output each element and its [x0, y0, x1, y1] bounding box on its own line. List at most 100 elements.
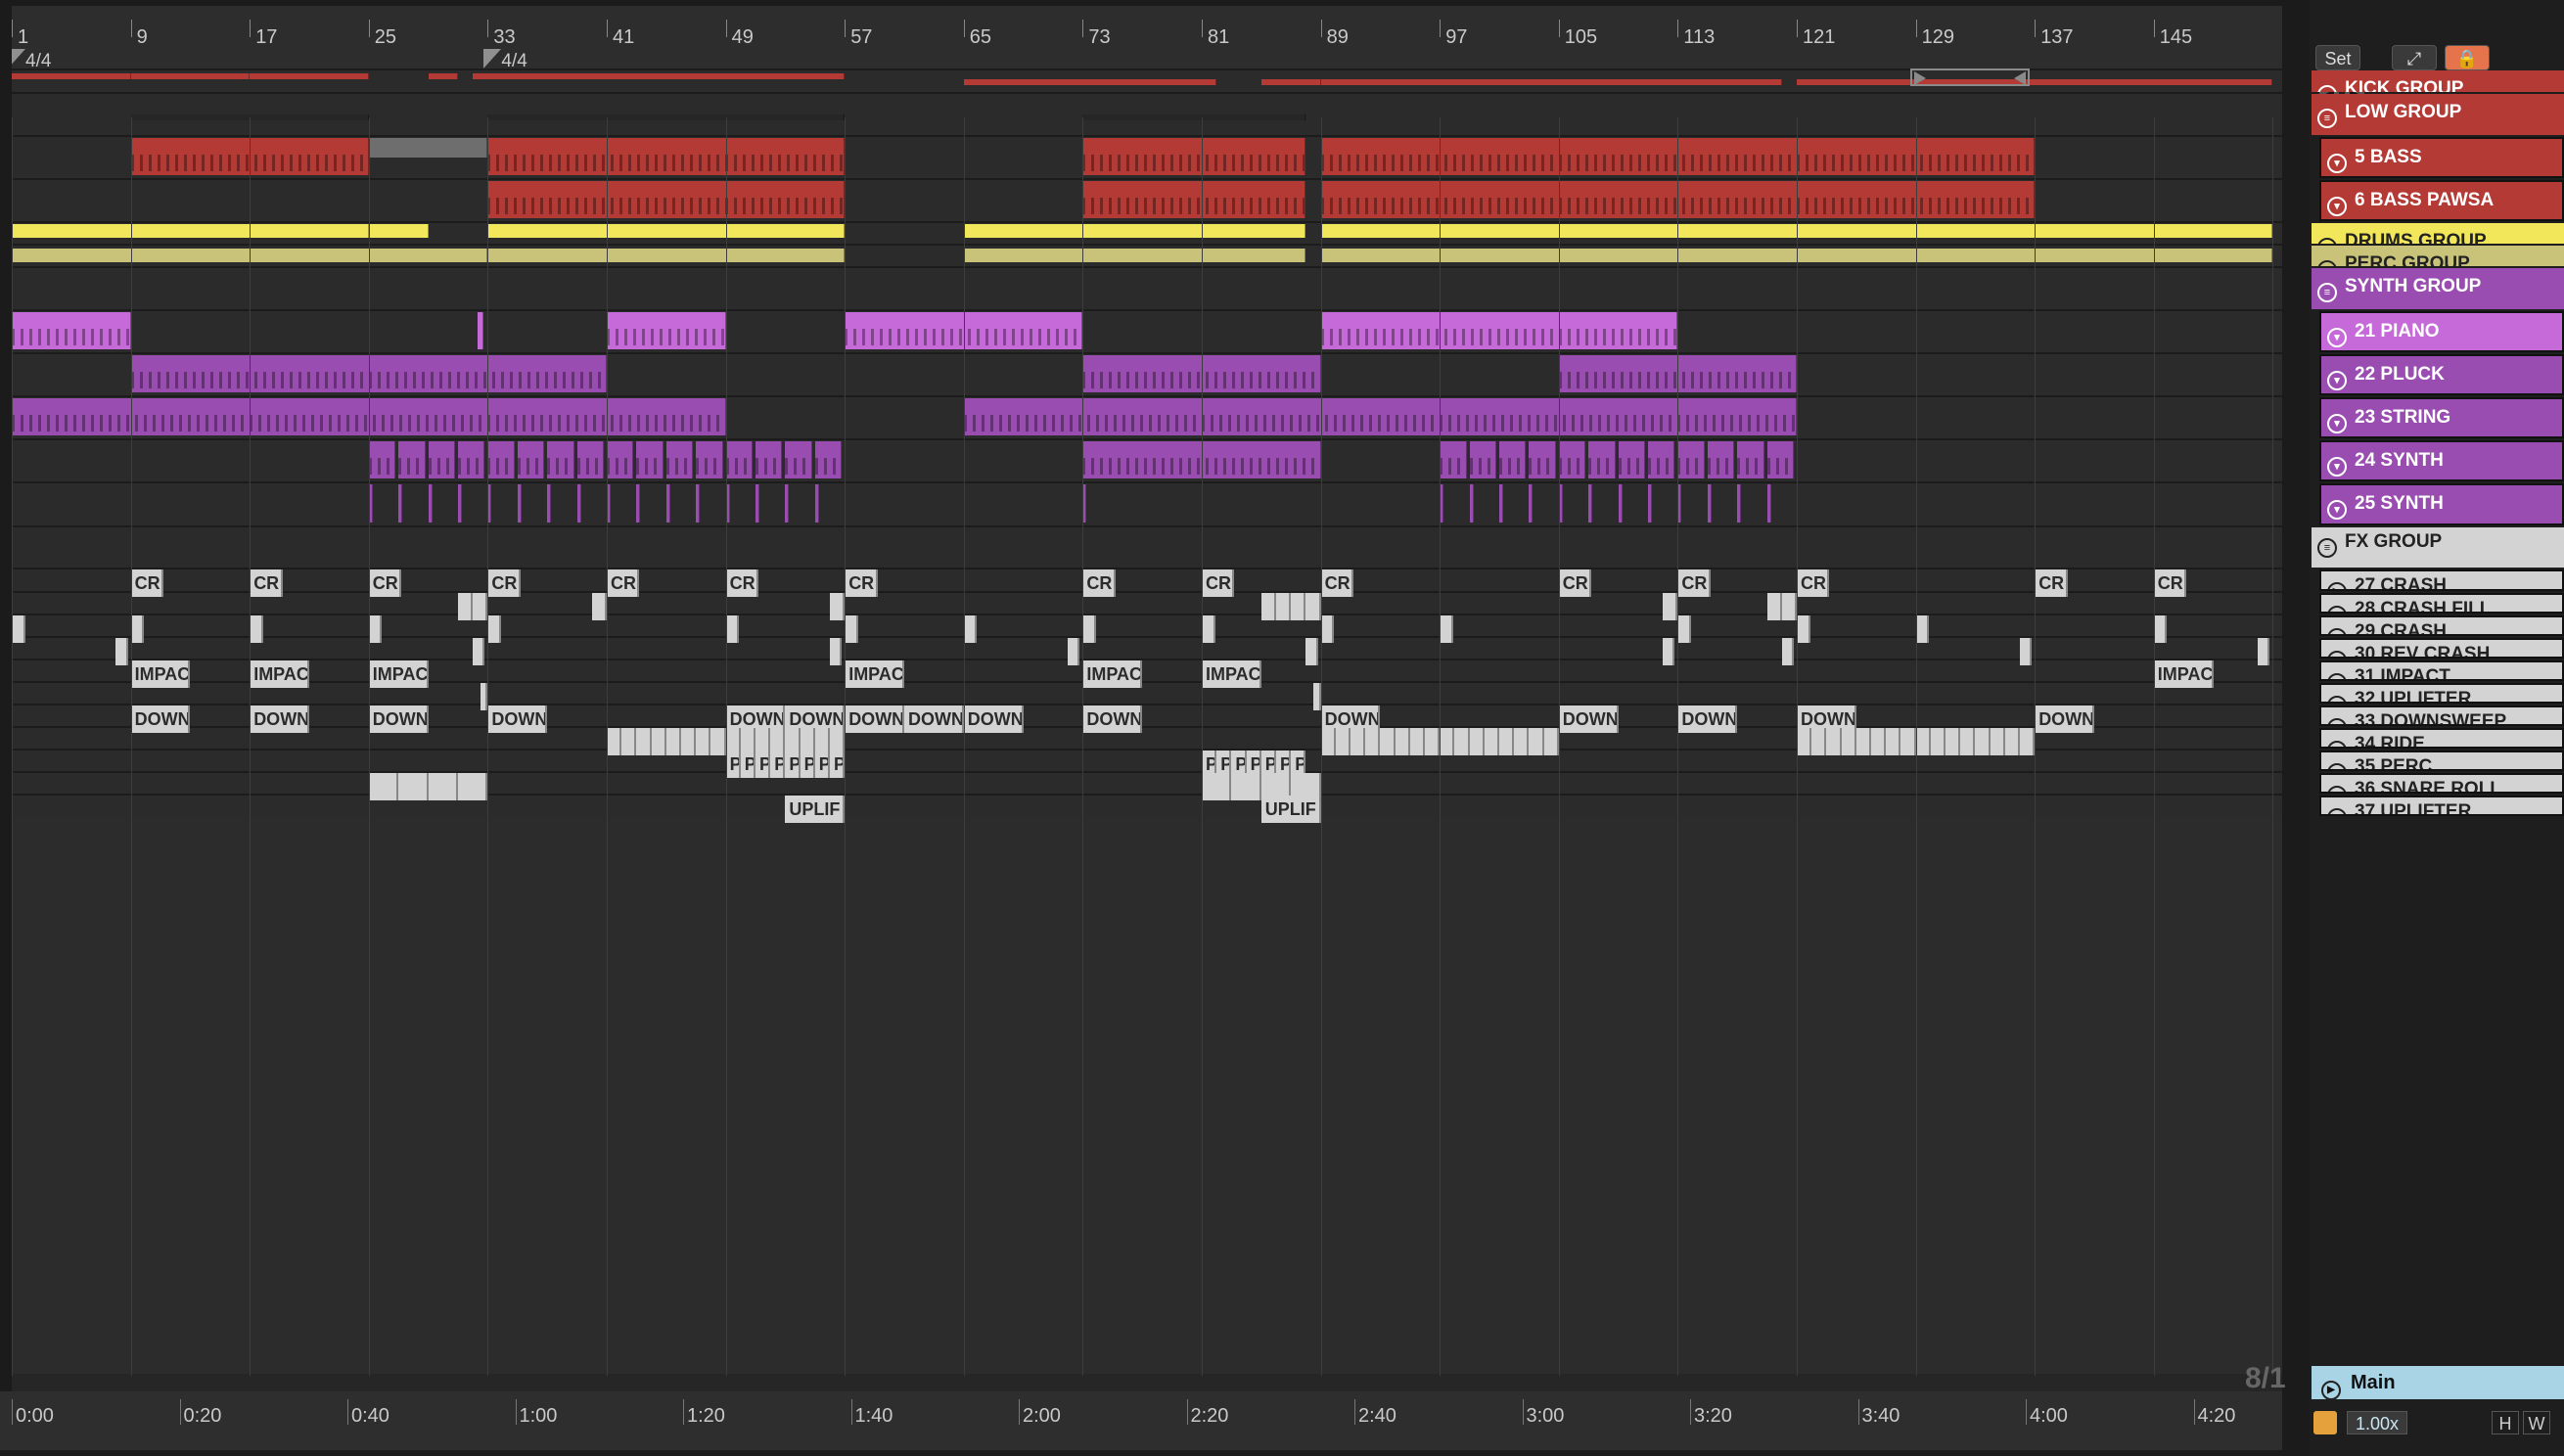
audio-clip[interactable]	[1291, 593, 1306, 620]
clip[interactable]	[1766, 441, 1794, 478]
audio-clip[interactable]: P	[814, 751, 830, 778]
track-header[interactable]: ▶ 35 PERC	[2319, 751, 2564, 771]
clip[interactable]	[576, 484, 581, 523]
clip[interactable]	[477, 312, 483, 349]
play-icon[interactable]: ▶	[2327, 673, 2347, 679]
clip[interactable]	[130, 73, 251, 79]
clip[interactable]	[1499, 484, 1503, 523]
track-lane[interactable]	[12, 704, 2282, 726]
audio-clip[interactable]	[621, 728, 637, 755]
track-header[interactable]: ≡ DRUMS GROUP	[2312, 223, 2564, 244]
audio-clip[interactable]	[1440, 728, 1455, 755]
audio-clip[interactable]: UPLIF	[785, 796, 846, 823]
audio-clip[interactable]	[1395, 728, 1410, 755]
track-header[interactable]: ▾ 21 PIANO	[2319, 311, 2564, 352]
clip[interactable]	[636, 484, 641, 523]
audio-clip[interactable]	[1260, 593, 1276, 620]
clip[interactable]	[607, 312, 726, 349]
audio-clip[interactable]: IMPAC	[130, 660, 191, 688]
audio-clip[interactable]	[1335, 728, 1351, 755]
audio-clip[interactable]: DOWN	[368, 705, 429, 733]
audio-clip[interactable]: IMPAC	[1202, 660, 1261, 688]
clip[interactable]	[814, 441, 843, 478]
audio-clip[interactable]	[1365, 728, 1381, 755]
track-header[interactable]: ▾ 6 BASS PAWSA	[2319, 180, 2564, 221]
audio-clip[interactable]	[591, 593, 607, 620]
track-header[interactable]: ▶ 32 UPLIFTER	[2319, 683, 2564, 704]
clip[interactable]	[517, 484, 522, 523]
clip[interactable]	[517, 441, 545, 478]
loop-brace[interactable]	[1910, 68, 2030, 86]
audio-clip[interactable]: CR	[1320, 569, 1354, 597]
fold-icon[interactable]: ▾	[2327, 197, 2347, 216]
audio-clip[interactable]	[473, 638, 485, 665]
audio-clip[interactable]: DOWN	[130, 705, 191, 733]
audio-clip[interactable]: DOWN	[2035, 705, 2094, 733]
clip[interactable]	[1766, 484, 1771, 523]
track-header[interactable]: ▶ 34 RIDE	[2319, 728, 2564, 749]
clip[interactable]	[487, 114, 846, 120]
audio-clip[interactable]	[1781, 593, 1797, 620]
clip[interactable]	[458, 484, 462, 523]
clip[interactable]	[1737, 441, 1764, 478]
audio-clip[interactable]	[607, 728, 622, 755]
audio-clip[interactable]	[1440, 615, 1453, 643]
audio-clip[interactable]	[398, 773, 429, 800]
play-icon[interactable]: ▶	[2327, 808, 2347, 814]
audio-clip[interactable]: CR	[845, 569, 878, 597]
audio-clip[interactable]	[1305, 593, 1321, 620]
audio-clip[interactable]: P	[740, 751, 755, 778]
fold-icon[interactable]: ▾	[2327, 154, 2347, 173]
audio-clip[interactable]: UPLIF	[1260, 796, 1321, 823]
track-lane[interactable]	[12, 794, 2282, 816]
expand-icon[interactable]: ⤢	[2392, 45, 2437, 70]
track-header[interactable]: ≡ PERC GROUP	[2312, 246, 2564, 266]
clip[interactable]	[785, 484, 790, 523]
audio-clip[interactable]	[1677, 615, 1692, 643]
fold-icon[interactable]: ▾	[2327, 328, 2347, 347]
w-button[interactable]: W	[2523, 1411, 2550, 1434]
audio-clip[interactable]	[1663, 593, 1678, 620]
time-ruler[interactable]: 0:00 0:20 0:40 1:00 1:20 1:40 2:00 2:20 2:40 3:00…	[0, 1391, 2282, 1450]
play-icon[interactable]: ▶	[2327, 741, 2347, 747]
track-lane[interactable]	[12, 309, 2282, 352]
play-icon[interactable]: ▶	[2327, 606, 2347, 612]
track-header[interactable]: ▶ 30 REV CRASH	[2319, 638, 2564, 659]
audio-clip[interactable]	[1915, 615, 1930, 643]
audio-clip[interactable]	[2258, 638, 2270, 665]
clip[interactable]	[12, 312, 131, 349]
clip[interactable]	[1737, 484, 1742, 523]
clip[interactable]	[1618, 484, 1623, 523]
audio-clip[interactable]	[487, 615, 502, 643]
audio-clip[interactable]: DOWN	[845, 705, 904, 733]
clip[interactable]	[636, 441, 664, 478]
fold-icon[interactable]: ▾	[2327, 414, 2347, 433]
set-button[interactable]: Set	[2315, 45, 2360, 70]
track-header[interactable]: ≡ LOW GROUP	[2312, 94, 2564, 135]
clip[interactable]	[755, 484, 759, 523]
audio-clip[interactable]	[1886, 728, 1901, 755]
audio-clip[interactable]	[1811, 728, 1827, 755]
audio-clip[interactable]	[1946, 728, 1961, 755]
audio-clip[interactable]	[2153, 615, 2168, 643]
clip[interactable]	[398, 441, 426, 478]
audio-clip[interactable]	[1409, 728, 1425, 755]
audio-clip[interactable]	[368, 773, 399, 800]
clip[interactable]	[428, 484, 433, 523]
audio-clip[interactable]	[1313, 683, 1321, 710]
audio-clip[interactable]: IMPAC	[250, 660, 309, 688]
audio-clip[interactable]: P	[830, 751, 846, 778]
track-header[interactable]: ▾ 22 PLUCK	[2319, 354, 2564, 395]
meter-icon[interactable]	[2313, 1411, 2337, 1434]
clip[interactable]	[428, 73, 458, 79]
group-fold-icon[interactable]: ≡	[2317, 283, 2337, 302]
audio-clip[interactable]	[1305, 638, 1318, 665]
track-lane[interactable]	[12, 92, 2282, 135]
audio-clip[interactable]	[1529, 728, 1544, 755]
audio-clip[interactable]	[1499, 728, 1515, 755]
clip[interactable]	[12, 73, 131, 79]
clip[interactable]	[1529, 484, 1534, 523]
clip[interactable]	[1260, 79, 1321, 85]
audio-clip[interactable]	[458, 593, 474, 620]
clip[interactable]	[368, 138, 488, 158]
